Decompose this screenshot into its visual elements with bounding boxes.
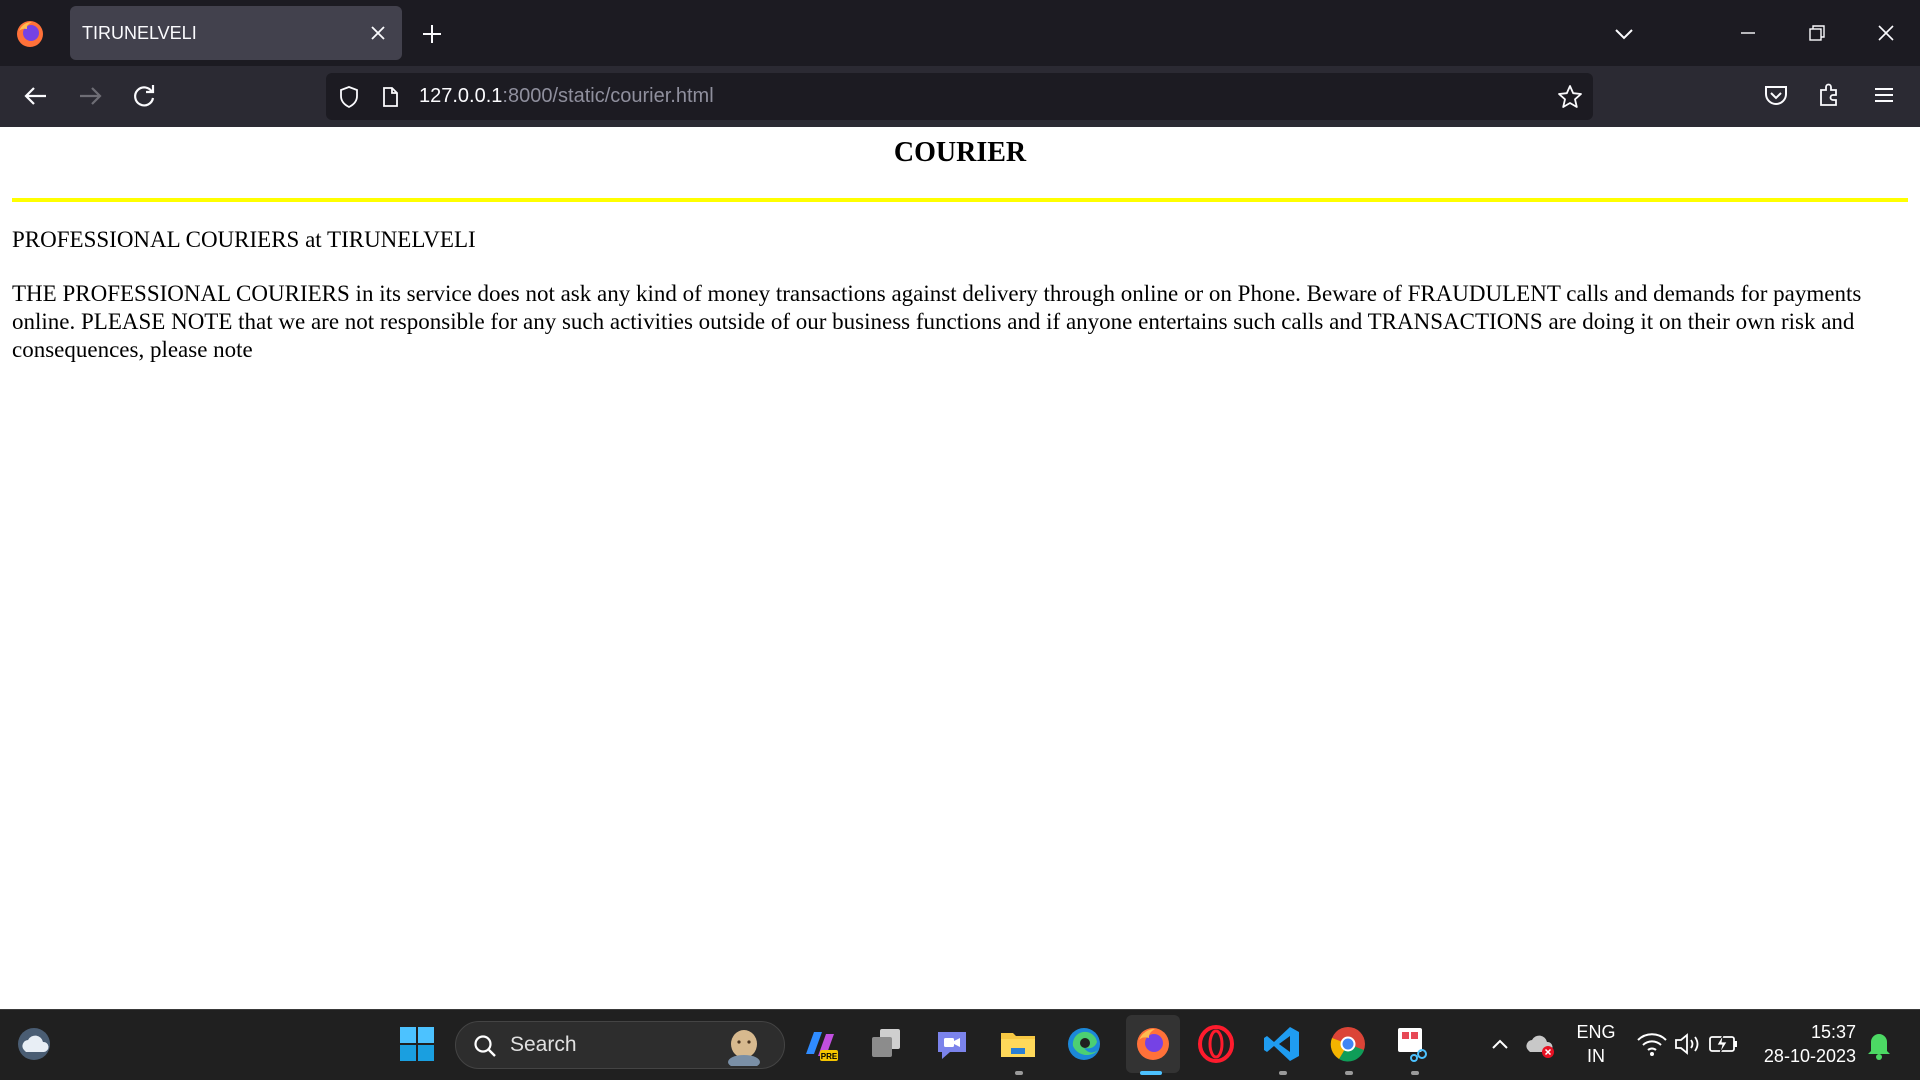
browser-toolbar: 127.0.0.1:8000/static/courier.html: [0, 66, 1920, 127]
task-view-icon[interactable]: [866, 1024, 906, 1064]
vscode-icon[interactable]: [1262, 1024, 1302, 1064]
edge-icon[interactable]: [1064, 1024, 1104, 1064]
svg-text:PRE: PRE: [821, 1052, 838, 1061]
language-indicator[interactable]: ENG: [1574, 1022, 1618, 1043]
active-tab[interactable]: TIRUNELVELI: [70, 6, 402, 60]
windows-taskbar: Search PRE ENG IN 15:37 28-10-2023: [0, 1009, 1920, 1080]
page-title: COURIER: [893, 137, 1027, 168]
wifi-icon[interactable]: [1634, 1024, 1670, 1064]
file-explorer-icon[interactable]: [998, 1024, 1038, 1064]
yellow-divider: [12, 198, 1908, 202]
bookmark-star-icon[interactable]: [1556, 83, 1584, 111]
url-path: :8000/static/courier.html: [502, 85, 714, 107]
search-label: Search: [510, 1033, 577, 1056]
address-bar[interactable]: 127.0.0.1:8000/static/courier.html: [326, 73, 1593, 120]
extensions-puzzle-icon[interactable]: [1815, 80, 1845, 110]
firefox-menu-icon[interactable]: [14, 18, 46, 50]
show-hidden-icons-chevron-icon[interactable]: [1480, 1024, 1520, 1064]
snipping-tool-icon[interactable]: [1394, 1024, 1434, 1064]
new-tab-icon[interactable]: [420, 22, 444, 46]
volume-icon[interactable]: [1670, 1024, 1706, 1064]
running-indicator: [1411, 1071, 1419, 1075]
fraud-notice: THE PROFESSIONAL COURIERS in its service…: [12, 281, 1862, 362]
onedrive-error-icon[interactable]: [1520, 1024, 1560, 1064]
shield-icon[interactable]: [337, 85, 361, 109]
chrome-icon[interactable]: [1328, 1024, 1368, 1064]
back-arrow-icon[interactable]: [20, 80, 52, 112]
restore-window-icon[interactable]: [1804, 20, 1830, 46]
teams-chat-icon[interactable]: [932, 1024, 972, 1064]
opera-icon[interactable]: [1196, 1024, 1236, 1064]
close-tab-icon[interactable]: [368, 23, 388, 43]
weather-cloud-icon[interactable]: [14, 1024, 54, 1064]
notification-bell-icon[interactable]: [1862, 1024, 1896, 1064]
search-icon: [474, 1035, 496, 1057]
taskbar-search[interactable]: Search: [455, 1021, 785, 1069]
search-highlight-icon: [728, 1030, 760, 1066]
start-windows-icon[interactable]: [397, 1024, 437, 1064]
url-text[interactable]: 127.0.0.1:8000/static/courier.html: [419, 73, 714, 120]
url-host: 127.0.0.1: [419, 85, 503, 107]
active-indicator: [1140, 1071, 1162, 1075]
running-indicator: [1279, 1071, 1287, 1075]
page-info-icon[interactable]: [378, 85, 402, 109]
page-subtitle: PROFESSIONAL COURIERS at TIRUNELVELI: [12, 227, 476, 252]
running-indicator: [1345, 1071, 1353, 1075]
copilot-icon[interactable]: PRE: [800, 1024, 840, 1064]
reload-icon[interactable]: [128, 80, 160, 112]
tab-title: TIRUNELVELI: [82, 23, 197, 43]
battery-charging-icon[interactable]: [1706, 1024, 1742, 1064]
pocket-icon[interactable]: [1761, 80, 1791, 110]
list-all-tabs-icon[interactable]: [1612, 22, 1636, 46]
clock-date[interactable]: 28-10-2023: [1740, 1046, 1856, 1067]
browser-tab-bar: TIRUNELVELI: [0, 0, 1920, 66]
close-window-icon[interactable]: [1873, 20, 1899, 46]
running-indicator: [1015, 1071, 1023, 1075]
page-content: COURIER PROFESSIONAL COURIERS at TIRUNEL…: [0, 127, 1920, 1009]
forward-arrow-icon[interactable]: [74, 80, 106, 112]
minimize-window-icon[interactable]: [1735, 20, 1761, 46]
region-indicator[interactable]: IN: [1574, 1046, 1618, 1067]
firefox-icon[interactable]: [1133, 1024, 1173, 1064]
hamburger-menu-icon[interactable]: [1869, 80, 1899, 110]
clock-time[interactable]: 15:37: [1740, 1022, 1856, 1043]
